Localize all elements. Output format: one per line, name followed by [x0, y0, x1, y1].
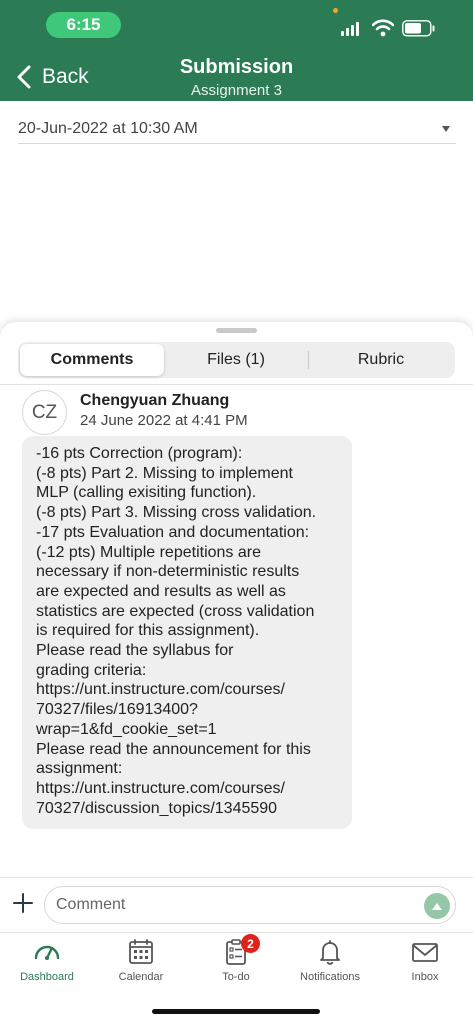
- send-arrow-icon: [432, 902, 442, 910]
- comment-line: are expected and results as well as: [36, 582, 286, 600]
- divider: [0, 384, 473, 385]
- privacy-indicator-dot: [333, 8, 338, 13]
- comment-link-line[interactable]: 70327/discussion_topics/1345590: [36, 799, 338, 819]
- comment-link-line[interactable]: 70327/files/16913400?: [36, 700, 338, 720]
- comment-timestamp: 24 June 2022 at 4:41 PM: [80, 412, 248, 429]
- battery-icon: [402, 20, 435, 37]
- home-indicator: [152, 1009, 320, 1014]
- comment-line: MLP (calling exisiting function).: [36, 484, 257, 502]
- comment-line: Please read the announcement for this: [36, 740, 311, 758]
- page-subtitle: Assignment 3: [191, 82, 282, 99]
- comment-line: is required for this assignment).: [36, 622, 260, 640]
- comment-line: grading criteria:: [36, 661, 147, 679]
- chevron-left-icon: [17, 65, 31, 89]
- tab-inbox[interactable]: Inbox: [378, 937, 472, 997]
- comment-line: -17 pts Evaluation and documentation:: [36, 523, 310, 541]
- tab-comments[interactable]: Comments: [20, 344, 164, 376]
- submission-date-select[interactable]: 20-Jun-2022 at 10:30 AM: [18, 114, 456, 144]
- status-time: 6:15: [46, 12, 121, 38]
- tab-label: Notifications: [300, 971, 360, 983]
- todo-count-badge: 2: [241, 934, 260, 953]
- comment-link-line[interactable]: wrap=1&fd_cookie_set=1: [36, 720, 338, 740]
- tab-files[interactable]: Files (1): [164, 344, 308, 376]
- header-title-group: Submission Assignment 3: [130, 56, 343, 99]
- todo-icon-wrap: 2: [221, 934, 260, 967]
- sheet-drag-handle[interactable]: [216, 328, 257, 333]
- sheet-tabs: Comments Files (1) Rubric: [18, 342, 455, 378]
- comment-line: (-12 pts) Multiple repetitions are: [36, 543, 261, 561]
- tab-notifications[interactable]: Notifications: [283, 937, 377, 997]
- comments-sheet: Comments Files (1) Rubric CZ Chengyuan Z…: [0, 322, 473, 932]
- navigation-header: 6:15 Back Submission Assignment 3: [0, 0, 473, 101]
- add-attachment-button[interactable]: [12, 892, 34, 914]
- comment-composer: [0, 877, 473, 932]
- comment-author: Chengyuan Zhuang: [80, 392, 230, 409]
- tab-label: To-do: [222, 971, 250, 983]
- tab-label: Calendar: [118, 971, 164, 983]
- mail-icon: [412, 943, 438, 962]
- bell-icon: [320, 940, 340, 965]
- comment-line: (-8 pts) Part 2. Missing to implement: [36, 464, 293, 482]
- comment-link-line[interactable]: https://unt.instructure.com/courses/: [36, 779, 338, 799]
- comment-line: Please read the syllabus for: [36, 642, 234, 660]
- comment-line: (-8 pts) Part 3. Missing cross validatio…: [36, 504, 317, 522]
- cellular-signal-icon: [341, 22, 361, 36]
- avatar: CZ: [22, 390, 67, 435]
- dashboard-icon: [34, 945, 60, 960]
- submission-date-value: 20-Jun-2022 at 10:30 AM: [18, 119, 198, 137]
- comment-link-line[interactable]: https://unt.instructure.com/courses/: [36, 680, 338, 700]
- wifi-icon: [372, 19, 394, 37]
- tab-label: Dashboard: [20, 971, 74, 983]
- comment-bubble: -16 pts Correction (program): (-8 pts) P…: [22, 436, 352, 829]
- comment-input[interactable]: [44, 886, 456, 924]
- send-button[interactable]: [424, 893, 450, 919]
- dropdown-caret-icon: [442, 125, 450, 132]
- back-button[interactable]: Back: [14, 62, 89, 92]
- comment-line: statistics are expected (cross validatio…: [36, 602, 315, 620]
- comment-line: necessary if non-deterministic results: [36, 563, 300, 581]
- tab-rubric[interactable]: Rubric: [309, 344, 453, 376]
- calendar-icon: [129, 939, 153, 964]
- back-label: Back: [42, 65, 89, 88]
- tab-dashboard[interactable]: Dashboard: [0, 937, 94, 997]
- page-title: Submission: [179, 56, 294, 78]
- tab-calendar[interactable]: Calendar: [94, 937, 188, 997]
- comment-line: -16 pts Correction (program):: [36, 445, 243, 462]
- comment-line: assignment:: [36, 760, 123, 778]
- tab-todo[interactable]: 2 To-do: [189, 934, 283, 997]
- tab-label: Inbox: [411, 971, 439, 983]
